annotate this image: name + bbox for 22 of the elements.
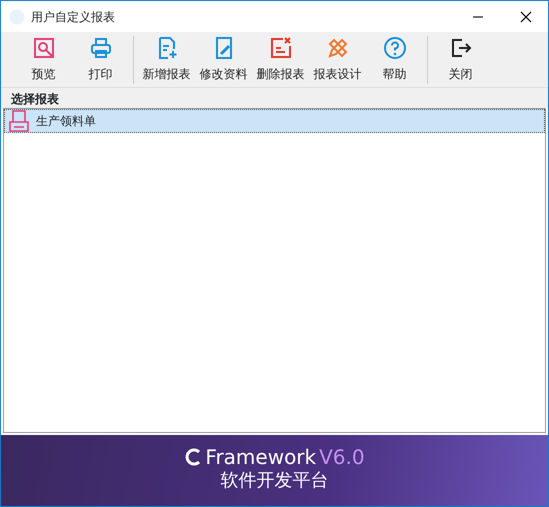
toolbar-button[interactable]: 帮助: [366, 32, 423, 86]
framework-logo-icon: [184, 448, 202, 466]
banner-subtitle: 软件开发平台: [220, 469, 328, 493]
toolbar-button[interactable]: 关闭: [432, 32, 489, 86]
magnifier-icon: [32, 36, 56, 60]
list-header: 选择报表: [1, 88, 548, 108]
document-cross-icon: [268, 36, 292, 60]
toolbar-button[interactable]: 新增报表: [138, 32, 195, 86]
list-item[interactable]: 生产领料单: [4, 109, 545, 133]
help-icon: [382, 36, 406, 60]
close-icon[interactable]: [520, 10, 532, 22]
toolbar-button[interactable]: 删除报表: [252, 32, 309, 86]
ruler-pencil-icon: [326, 36, 350, 60]
toolbar-button[interactable]: 报表设计: [309, 32, 366, 86]
printer-icon: [88, 36, 112, 60]
report-icon: [8, 110, 30, 132]
window-title: 用户自定义报表: [31, 8, 115, 26]
toolbar-button[interactable]: 打印: [72, 32, 129, 86]
version-label: V6.0: [319, 447, 365, 467]
brand-name: Framework: [205, 447, 316, 467]
toolbar-button[interactable]: 预览: [15, 32, 72, 86]
toolbar-button[interactable]: 修改资料: [195, 32, 252, 86]
